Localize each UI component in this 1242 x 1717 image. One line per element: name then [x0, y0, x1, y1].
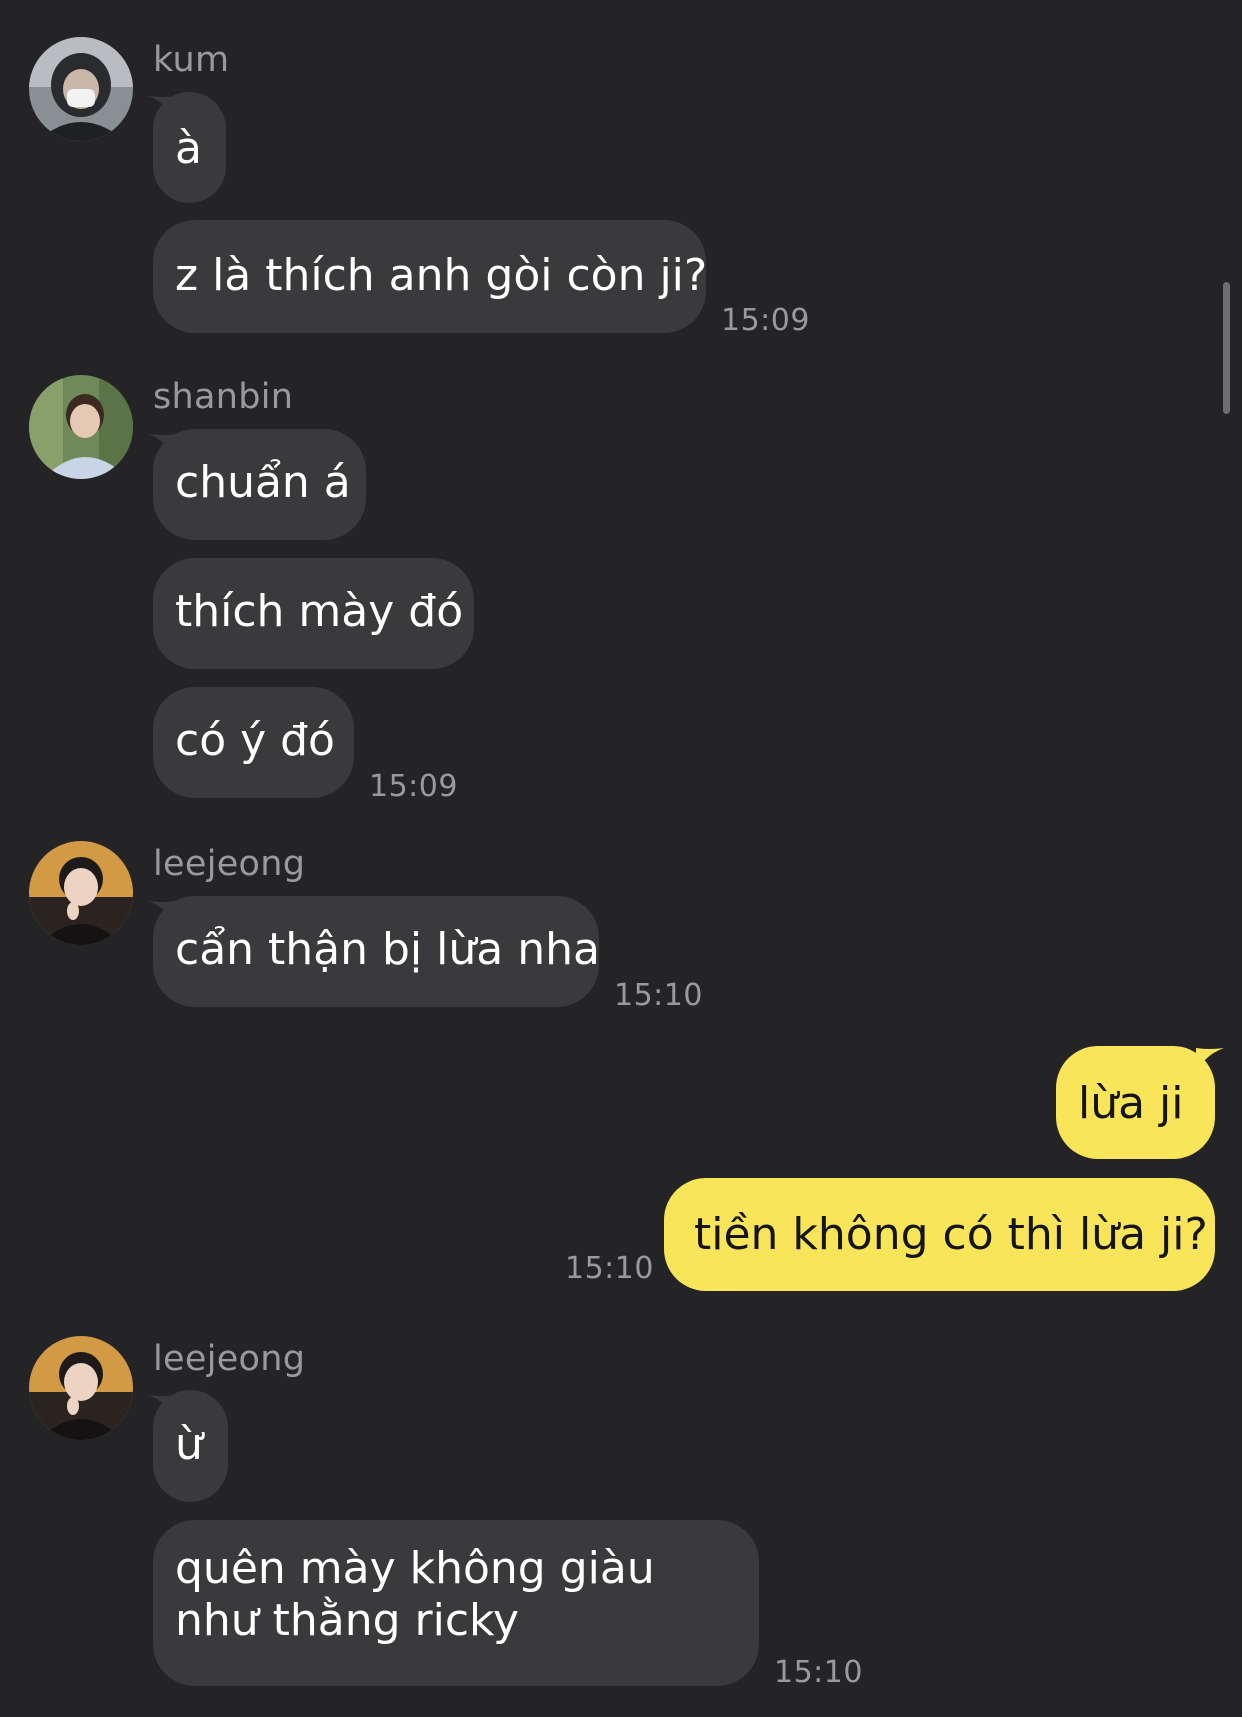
avatar-leejeong-image: [29, 841, 133, 945]
avatar-kum[interactable]: [29, 37, 133, 141]
avatar-shanbin[interactable]: [29, 375, 133, 479]
message-bubble[interactable]: z là thích anh gòi còn ji?: [153, 220, 707, 333]
message-bubble-outgoing[interactable]: lừa ji: [1056, 1046, 1215, 1159]
message-timestamp: 15:10: [565, 1251, 654, 1286]
message-bubble[interactable]: cẩn thận bị lừa nha: [153, 896, 600, 1007]
message-bubble[interactable]: thích mày đó: [153, 558, 474, 669]
avatar-kum-image: [29, 37, 133, 141]
message-timestamp: 15:10: [614, 978, 703, 1013]
message-bubble[interactable]: có ý đó: [153, 687, 354, 798]
sender-name: kum: [153, 40, 230, 80]
sender-name: leejeong: [153, 844, 306, 884]
message-bubble[interactable]: à: [153, 92, 226, 203]
message-timestamp: 15:09: [721, 303, 810, 338]
avatar-leejeong[interactable]: [29, 841, 133, 945]
message-timestamp: 15:09: [369, 769, 458, 804]
message-bubble[interactable]: ừ: [153, 1390, 228, 1502]
sender-name: shanbin: [153, 377, 294, 417]
avatar-leejeong-image: [29, 1336, 133, 1440]
scrollbar[interactable]: [1223, 282, 1230, 414]
avatar-leejeong[interactable]: [29, 1336, 133, 1440]
sender-name: leejeong: [153, 1339, 306, 1379]
message-bubble[interactable]: quên mày không giàu như thằng ricky: [153, 1520, 759, 1686]
message-bubble[interactable]: chuẩn á: [153, 429, 366, 540]
avatar-shanbin-image: [29, 375, 133, 479]
message-timestamp: 15:10: [774, 1655, 863, 1690]
message-bubble-outgoing[interactable]: tiền không có thì lừa ji?: [664, 1178, 1215, 1291]
